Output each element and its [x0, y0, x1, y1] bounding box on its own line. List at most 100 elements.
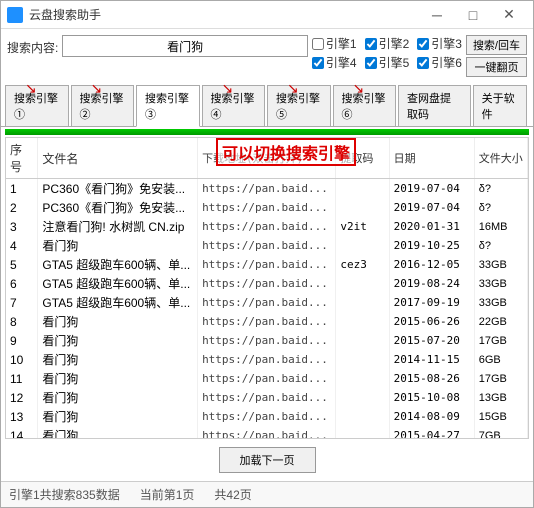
cell-date: 2015-06-26 — [389, 312, 474, 331]
engine-check-引擎4[interactable]: 引擎4 — [312, 54, 357, 71]
table-row[interactable]: 7GTA5 超级跑车600辆、单...https://pan.baid...20… — [6, 293, 528, 312]
cell-date: 2015-04-27 — [389, 426, 474, 439]
cell-name: PC360《看门狗》免安装... — [38, 198, 198, 217]
tab-4[interactable]: 搜索引擎⑤↘ — [267, 85, 331, 126]
cell-name: PC360《看门狗》免安装... — [38, 179, 198, 199]
col-name[interactable]: 文件名 — [38, 138, 198, 179]
results-table-wrap[interactable]: 可以切换搜索引擎 序号 文件名 下载地址(双击打开) 提取码 日期 文件大小 1… — [5, 137, 529, 439]
cell-idx: 12 — [6, 388, 38, 407]
cell-name: 看门狗 — [38, 407, 198, 426]
cell-date: 2019-08-24 — [389, 274, 474, 293]
engine-check-引擎3[interactable]: 引擎3 — [417, 35, 462, 52]
cell-code — [336, 312, 389, 331]
engine-check-引擎2[interactable]: 引擎2 — [365, 35, 410, 52]
col-size[interactable]: 文件大小 — [474, 138, 527, 179]
table-row[interactable]: 11看门狗https://pan.baid...2015-08-2617GB — [6, 369, 528, 388]
load-more-button[interactable]: 加载下一页 — [219, 447, 316, 473]
progress-bar — [5, 129, 529, 135]
tab-0[interactable]: 搜索引擎①↘ — [5, 85, 69, 126]
cell-code — [336, 274, 389, 293]
table-row[interactable]: 2PC360《看门狗》免安装...https://pan.baid...2019… — [6, 198, 528, 217]
table-row[interactable]: 1PC360《看门狗》免安装...https://pan.baid...2019… — [6, 179, 528, 199]
app-icon — [7, 7, 23, 23]
table-row[interactable]: 13看门狗https://pan.baid...2014-08-0915GB — [6, 407, 528, 426]
engine-checkbox[interactable] — [417, 38, 429, 50]
cell-size: 33GB — [474, 293, 527, 312]
cell-url: https://pan.baid... — [198, 217, 336, 236]
cell-url: https://pan.baid... — [198, 255, 336, 274]
table-row[interactable]: 4看门狗https://pan.baid...2019-10-25δ? — [6, 236, 528, 255]
cell-name: 看门狗 — [38, 331, 198, 350]
table-row[interactable]: 6GTA5 超级跑车600辆、单...https://pan.baid...20… — [6, 274, 528, 293]
engine-checkbox[interactable] — [417, 57, 429, 69]
cell-size: δ? — [474, 236, 527, 255]
tab-5[interactable]: 搜索引擎⑥↘ — [333, 85, 397, 126]
cell-code — [336, 407, 389, 426]
cell-url: https://pan.baid... — [198, 350, 336, 369]
engine-checkbox[interactable] — [365, 57, 377, 69]
cell-date: 2020-01-31 — [389, 217, 474, 236]
engine-check-引擎5[interactable]: 引擎5 — [365, 54, 410, 71]
engine-label: 引擎6 — [431, 54, 462, 71]
tab-6[interactable]: 查网盘提取码 — [398, 85, 471, 126]
cell-name: 看门狗 — [38, 236, 198, 255]
table-row[interactable]: 8看门狗https://pan.baid...2015-06-2622GB — [6, 312, 528, 331]
tab-3[interactable]: 搜索引擎④↘ — [202, 85, 266, 126]
engine-checkbox[interactable] — [312, 57, 324, 69]
cell-size: 33GB — [474, 274, 527, 293]
engine-checkbox[interactable] — [312, 38, 324, 50]
tab-2[interactable]: 搜索引擎③ — [136, 85, 200, 127]
cell-code — [336, 293, 389, 312]
cell-name: GTA5 超级跑车600辆、单... — [38, 293, 198, 312]
cell-name: 看门狗 — [38, 426, 198, 439]
cell-size: 16MB — [474, 217, 527, 236]
table-row[interactable]: 9看门狗https://pan.baid...2015-07-2017GB — [6, 331, 528, 350]
cell-size: δ? — [474, 198, 527, 217]
search-bar: 搜索内容: 引擎1 引擎2 引擎3 引擎4 引擎5 引擎6 搜索/回车 一键翻页 — [1, 29, 533, 83]
col-url[interactable]: 下载地址(双击打开) — [198, 138, 336, 179]
close-button[interactable]: ✕ — [491, 1, 527, 29]
cell-code — [336, 388, 389, 407]
results-table: 序号 文件名 下载地址(双击打开) 提取码 日期 文件大小 1PC360《看门狗… — [6, 138, 528, 439]
cell-url: https://pan.baid... — [198, 293, 336, 312]
table-row[interactable]: 10看门狗https://pan.baid...2014-11-156GB — [6, 350, 528, 369]
cell-name: 注意看门狗! 水树凯 CN.zip — [38, 217, 198, 236]
table-row[interactable]: 3注意看门狗! 水树凯 CN.ziphttps://pan.baid...v2i… — [6, 217, 528, 236]
cell-url: https://pan.baid... — [198, 236, 336, 255]
cell-idx: 13 — [6, 407, 38, 426]
cell-date: 2014-11-15 — [389, 350, 474, 369]
col-code[interactable]: 提取码 — [336, 138, 389, 179]
engine-label: 引擎2 — [379, 35, 410, 52]
engine-checkbox[interactable] — [365, 38, 377, 50]
search-label: 搜索内容: — [7, 35, 58, 56]
maximize-button[interactable]: □ — [455, 1, 491, 29]
cell-code: cez3 — [336, 255, 389, 274]
col-idx[interactable]: 序号 — [6, 138, 38, 179]
cell-date: 2015-08-26 — [389, 369, 474, 388]
minimize-button[interactable]: ─ — [419, 1, 455, 29]
flip-page-button[interactable]: 一键翻页 — [466, 57, 527, 77]
table-row[interactable]: 5GTA5 超级跑车600辆、单...https://pan.baid...ce… — [6, 255, 528, 274]
cell-size: 13GB — [474, 388, 527, 407]
cell-url: https://pan.baid... — [198, 407, 336, 426]
cell-name: 看门狗 — [38, 388, 198, 407]
cell-idx: 11 — [6, 369, 38, 388]
cell-idx: 10 — [6, 350, 38, 369]
status-total: 共42页 — [214, 486, 251, 503]
cell-date: 2016-12-05 — [389, 255, 474, 274]
tab-1[interactable]: 搜索引擎②↘ — [71, 85, 135, 126]
cell-size: δ? — [474, 179, 527, 199]
cell-size: 17GB — [474, 369, 527, 388]
cell-name: GTA5 超级跑车600辆、单... — [38, 255, 198, 274]
search-button[interactable]: 搜索/回车 — [466, 35, 527, 55]
app-window: 云盘搜索助手 ─ □ ✕ 搜索内容: 引擎1引擎2引擎3 引擎4引擎5引擎6 搜… — [0, 0, 534, 508]
engine-check-引擎1[interactable]: 引擎1 — [312, 35, 357, 52]
table-row[interactable]: 14看门狗https://pan.baid...2015-04-277GB — [6, 426, 528, 439]
engine-check-引擎6[interactable]: 引擎6 — [417, 54, 462, 71]
table-row[interactable]: 12看门狗https://pan.baid...2015-10-0813GB — [6, 388, 528, 407]
statusbar: 引擎1共搜索835数据 当前第1页 共42页 — [1, 481, 533, 507]
col-date[interactable]: 日期 — [389, 138, 474, 179]
search-input[interactable] — [62, 35, 308, 57]
tab-7[interactable]: 关于软件 — [473, 85, 527, 126]
cell-name: 看门狗 — [38, 350, 198, 369]
